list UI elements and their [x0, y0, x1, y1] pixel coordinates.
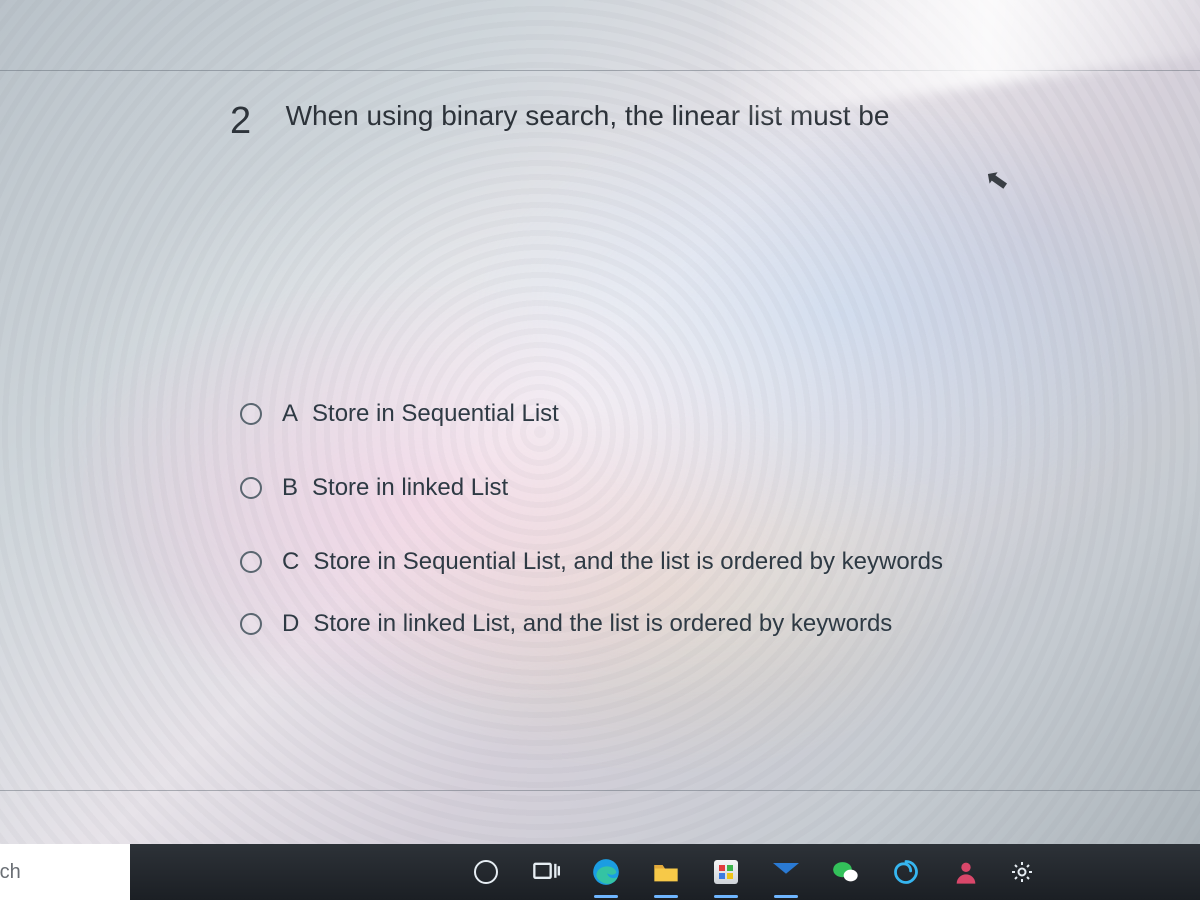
- file-explorer-icon[interactable]: [650, 856, 682, 888]
- option-letter: A: [282, 400, 298, 428]
- options-list: A Store in Sequential List B Store in li…: [240, 400, 1140, 638]
- option-c[interactable]: C Store in Sequential List, and the list…: [240, 548, 1140, 576]
- person-app-icon[interactable]: [950, 856, 982, 888]
- wechat-icon[interactable]: [830, 856, 862, 888]
- question-block: 2 When using binary search, the linear l…: [230, 100, 1120, 143]
- option-letter: B: [282, 474, 298, 502]
- question-text: When using binary search, the linear lis…: [286, 100, 890, 131]
- edge-icon[interactable]: [590, 856, 622, 888]
- microsoft-store-icon[interactable]: [710, 856, 742, 888]
- taskbar-icons: [470, 856, 1034, 888]
- search-placeholder: ere to search: [0, 861, 21, 884]
- option-text: Store in linked List: [312, 474, 508, 502]
- question-number: 2: [230, 100, 251, 143]
- option-text: Store in Sequential List: [312, 400, 559, 428]
- option-d[interactable]: D Store in linked List, and the list is …: [240, 610, 1140, 638]
- radio-icon[interactable]: [240, 403, 262, 425]
- option-b[interactable]: B Store in linked List: [240, 474, 1140, 502]
- divider-top: [0, 70, 1200, 71]
- option-letter: C: [282, 548, 299, 576]
- cortana-icon[interactable]: [470, 856, 502, 888]
- radio-icon[interactable]: [240, 477, 262, 499]
- radio-icon[interactable]: [240, 613, 262, 635]
- spiral-app-icon[interactable]: [890, 856, 922, 888]
- option-text: Store in Sequential List, and the list i…: [313, 548, 943, 576]
- mouse-cursor-icon: ⬉: [982, 161, 1011, 198]
- divider-bottom: [0, 790, 1200, 791]
- option-text: Store in linked List, and the list is or…: [313, 610, 892, 638]
- taskbar-search[interactable]: ere to search: [0, 844, 130, 900]
- settings-icon[interactable]: [1010, 860, 1034, 884]
- option-a[interactable]: A Store in Sequential List: [240, 400, 1140, 428]
- mail-icon[interactable]: [770, 856, 802, 888]
- taskbar: ere to search: [0, 844, 1200, 900]
- option-letter: D: [282, 610, 299, 638]
- task-view-icon[interactable]: [530, 856, 562, 888]
- radio-icon[interactable]: [240, 551, 262, 573]
